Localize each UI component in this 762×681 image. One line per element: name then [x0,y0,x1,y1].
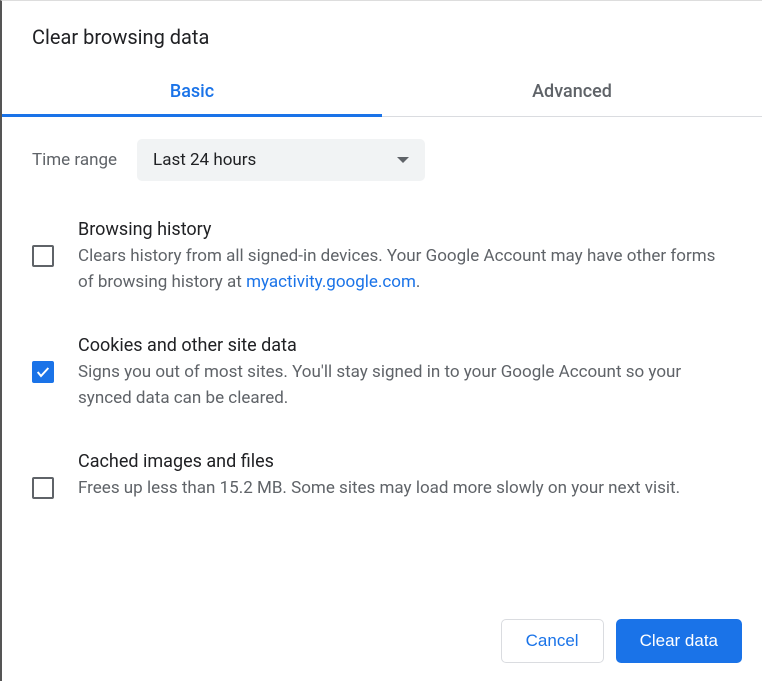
option-text: Cookies and other site data Signs you ou… [78,335,732,411]
time-range-selected: Last 24 hours [153,150,256,170]
option-text: Browsing history Clears history from all… [78,219,732,295]
cancel-button[interactable]: Cancel [501,619,604,663]
option-desc: Signs you out of most sites. You'll stay… [78,360,732,411]
option-title: Cookies and other site data [78,335,732,356]
option-cache: Cached images and files Frees up less th… [32,451,732,502]
myactivity-link[interactable]: myactivity.google.com [246,272,416,292]
tab-basic[interactable]: Basic [2,67,382,116]
desc-suffix: . [416,272,420,292]
checkbox-cache[interactable] [32,477,54,499]
option-browsing-history: Browsing history Clears history from all… [32,219,732,295]
time-range-row: Time range Last 24 hours [32,139,732,181]
clear-data-button[interactable]: Clear data [616,619,742,663]
option-desc: Clears history from all signed-in device… [78,244,732,295]
dialog-footer: Cancel Clear data [2,601,762,681]
time-range-label: Time range [32,150,117,170]
tab-advanced[interactable]: Advanced [382,67,762,116]
dialog-title: Clear browsing data [2,1,762,67]
checkbox-cookies[interactable] [32,361,54,383]
checkbox-browsing-history[interactable] [32,245,54,267]
chevron-down-icon [397,157,409,163]
option-desc: Frees up less than 15.2 MB. Some sites m… [78,476,732,502]
tabs-row: Basic Advanced [2,67,762,117]
option-title: Cached images and files [78,451,732,472]
dialog-content: Time range Last 24 hours Browsing histor… [2,117,762,601]
time-range-dropdown[interactable]: Last 24 hours [137,139,425,181]
option-title: Browsing history [78,219,732,240]
option-text: Cached images and files Frees up less th… [78,451,732,502]
option-cookies: Cookies and other site data Signs you ou… [32,335,732,411]
clear-browsing-data-dialog: Clear browsing data Basic Advanced Time … [2,1,762,681]
